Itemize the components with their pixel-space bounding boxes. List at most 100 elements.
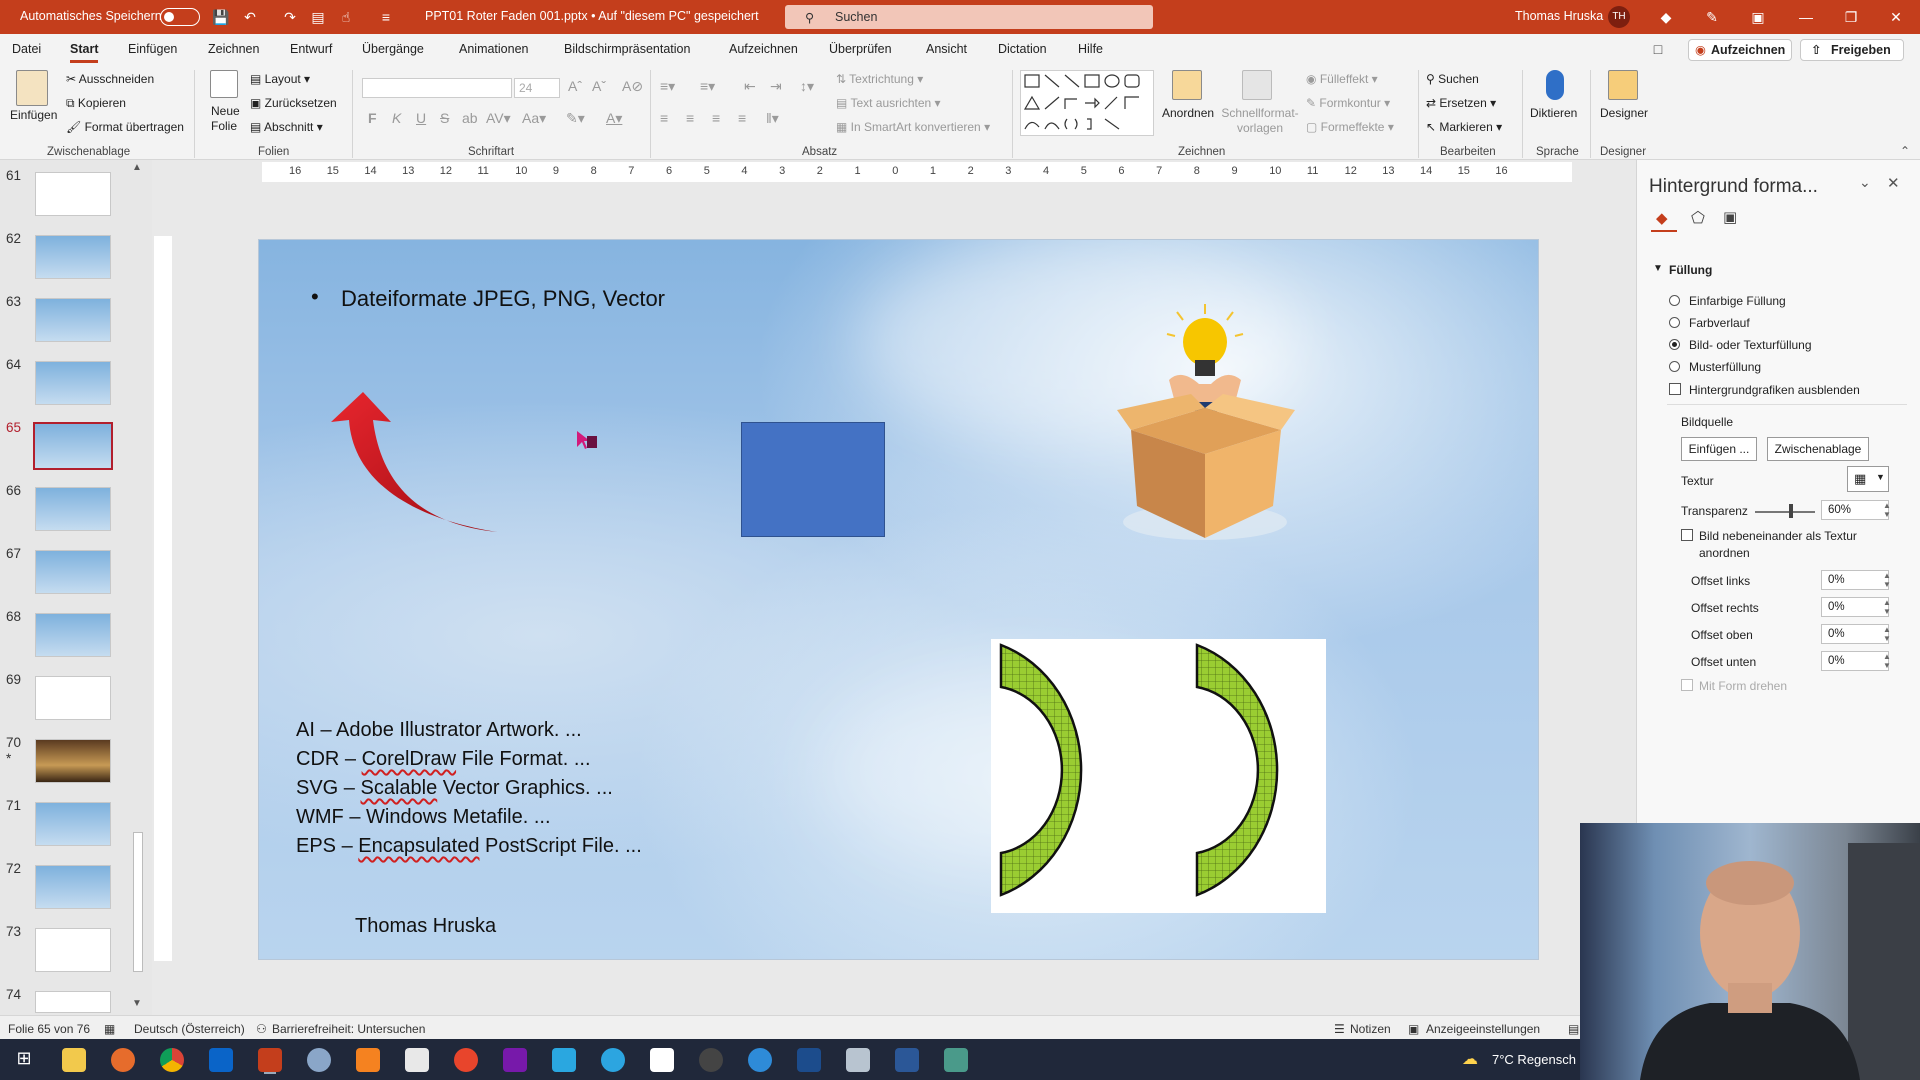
char-spacing-icon[interactable]: AV▾ [486, 110, 511, 127]
quick-styles-icon[interactable] [1242, 70, 1272, 100]
shapes-gallery[interactable] [1020, 70, 1154, 136]
app-icon[interactable] [748, 1048, 772, 1072]
app-icon[interactable] [650, 1048, 674, 1072]
telegram-icon[interactable] [601, 1048, 625, 1072]
grow-font-icon[interactable]: Aˆ [568, 78, 582, 94]
dictate-button[interactable]: Diktieren [1530, 106, 1577, 120]
radio-gradient-fill[interactable] [1669, 317, 1680, 328]
bold-button[interactable]: F [368, 110, 377, 126]
windows-start-icon[interactable]: ⊞ [12, 1048, 36, 1072]
app-icon[interactable] [307, 1048, 331, 1072]
firefox-icon[interactable] [111, 1048, 135, 1072]
ribbon-display-icon[interactable]: ▣ [1748, 7, 1768, 27]
decrease-indent-icon[interactable]: ⇤ [744, 78, 756, 95]
tab-entwurf[interactable]: Entwurf [290, 42, 332, 56]
proofing-icon[interactable]: ▦ [104, 1022, 115, 1036]
pane-close-icon[interactable]: ✕ [1887, 174, 1900, 192]
slide-thumbnail[interactable] [35, 172, 111, 216]
tab-einfuegen[interactable]: Einfügen [128, 42, 177, 56]
slide-thumbnail[interactable] [35, 235, 111, 279]
underline-button[interactable]: U [416, 110, 426, 126]
pen-icon[interactable]: ✎ [1702, 7, 1722, 27]
clipboard-picture-button[interactable]: Zwischenablage [1767, 437, 1869, 461]
microphone-icon[interactable] [1546, 70, 1564, 100]
line-spacing-icon[interactable]: ↕▾ [800, 78, 814, 95]
offset-left-input[interactable]: 0% [1821, 570, 1889, 590]
radio-solid-fill[interactable] [1669, 295, 1680, 306]
app-icon[interactable] [944, 1048, 968, 1072]
select-button[interactable]: ↖ Markieren ▾ [1426, 120, 1502, 134]
arrange-icon[interactable] [1172, 70, 1202, 100]
designer-button[interactable]: Designer [1600, 106, 1648, 120]
offset-right-input[interactable]: 0% [1821, 597, 1889, 617]
touch-mode-icon[interactable]: ☝ [336, 7, 356, 27]
layout-button[interactable]: ▤ Layout ▾ [250, 72, 310, 86]
insert-picture-button[interactable]: Einfügen ... [1681, 437, 1757, 461]
obs-icon[interactable] [699, 1048, 723, 1072]
autosave-toggle[interactable] [160, 8, 200, 26]
slide-thumbnail[interactable] [35, 928, 111, 972]
picture-icon[interactable]: ▣ [1723, 208, 1737, 226]
columns-icon[interactable]: ‖▾ [766, 110, 779, 127]
section-button[interactable]: ▤ Abschnitt ▾ [250, 120, 323, 134]
transparency-slider-track[interactable] [1755, 511, 1815, 513]
pattern-image[interactable] [991, 639, 1326, 913]
weather-text[interactable]: 7°C Regensch [1492, 1052, 1576, 1067]
notes-button[interactable]: Notizen [1350, 1022, 1391, 1036]
font-size-field[interactable]: 24 [514, 78, 560, 98]
author-name[interactable]: Thomas Hruska [355, 915, 496, 938]
text-direction-button[interactable]: ⇅ Textrichtung ▾ [836, 72, 923, 86]
accessibility-status[interactable]: Barrierefreiheit: Untersuchen [272, 1022, 425, 1036]
slide-counter[interactable]: Folie 65 von 76 [8, 1022, 90, 1036]
word-icon[interactable] [895, 1048, 919, 1072]
copy-button[interactable]: ⧉ Kopieren [66, 96, 126, 111]
fill-section-header[interactable]: Füllung [1669, 263, 1712, 277]
comments-icon[interactable]: □ [1648, 39, 1668, 59]
fill-tab[interactable]: ◆ [1651, 206, 1677, 232]
minimize-icon[interactable]: — [1796, 7, 1816, 27]
slide-thumbnail[interactable] [35, 676, 111, 720]
align-text-button[interactable]: ▤ Text ausrichten ▾ [836, 96, 941, 110]
file-format-list[interactable]: AI – Adobe Illustrator Artwork. ... CDR … [296, 716, 642, 861]
scroll-thumb[interactable] [133, 832, 143, 972]
reset-button[interactable]: ▣ Zurücksetzen [250, 96, 337, 110]
tab-aufzeichnen[interactable]: Aufzeichnen [729, 42, 798, 56]
new-slide-icon[interactable] [210, 70, 238, 98]
slide-thumbnail[interactable] [35, 361, 111, 405]
align-left-icon[interactable]: ≡ [660, 110, 668, 126]
slide-thumbnail-selected[interactable] [33, 422, 113, 470]
spin-arrows-icon[interactable]: ▲ ▼ [1883, 571, 1891, 589]
slide-thumbnail[interactable] [35, 739, 111, 783]
record-button[interactable]: ◉ Aufzeichnen [1688, 39, 1792, 61]
slide-bullet-text[interactable]: Dateiformate JPEG, PNG, Vector [341, 286, 665, 312]
collapse-chevron-icon[interactable]: ▼ [1653, 263, 1663, 274]
outlook-icon[interactable] [209, 1048, 233, 1072]
vlc-icon[interactable] [356, 1048, 380, 1072]
texture-picker[interactable]: ▦ ▼ [1847, 466, 1889, 492]
replace-button[interactable]: ⇄ Ersetzen ▾ [1426, 96, 1496, 110]
onenote-icon[interactable] [503, 1048, 527, 1072]
tab-ueberpruefen[interactable]: Überprüfen [829, 42, 892, 56]
justify-icon[interactable]: ≡ [738, 110, 746, 126]
maximize-icon[interactable]: ❐ [1841, 7, 1861, 27]
app-icon[interactable] [405, 1048, 429, 1072]
align-center-icon[interactable]: ≡ [686, 110, 694, 126]
file-explorer-icon[interactable] [62, 1048, 86, 1072]
chrome-icon[interactable] [160, 1048, 184, 1072]
cut-button[interactable]: ✂ Ausschneiden [66, 72, 154, 86]
format-painter-button[interactable]: 🖌 Format übertragen [66, 120, 184, 134]
tab-start[interactable]: Start [70, 42, 99, 63]
customize-qat-icon[interactable]: ≡ [376, 7, 396, 27]
change-case-icon[interactable]: Aa▾ [522, 110, 546, 127]
font-color-icon[interactable]: A▾ [606, 110, 622, 127]
slide-thumbnail[interactable] [35, 991, 111, 1013]
clear-format-icon[interactable]: A⊘ [622, 78, 643, 95]
arrange-button[interactable]: Anordnen [1162, 106, 1214, 120]
hide-background-graphics-checkbox[interactable] [1669, 383, 1681, 395]
smartart-button[interactable]: ▦ In SmartArt konvertieren ▾ [836, 120, 990, 134]
italic-button[interactable]: K [392, 110, 401, 126]
transparency-input[interactable]: 60% [1821, 500, 1889, 520]
lightbulb-box-illustration[interactable] [1111, 298, 1311, 548]
radio-pattern-fill[interactable] [1669, 361, 1680, 372]
app-icon[interactable] [454, 1048, 478, 1072]
